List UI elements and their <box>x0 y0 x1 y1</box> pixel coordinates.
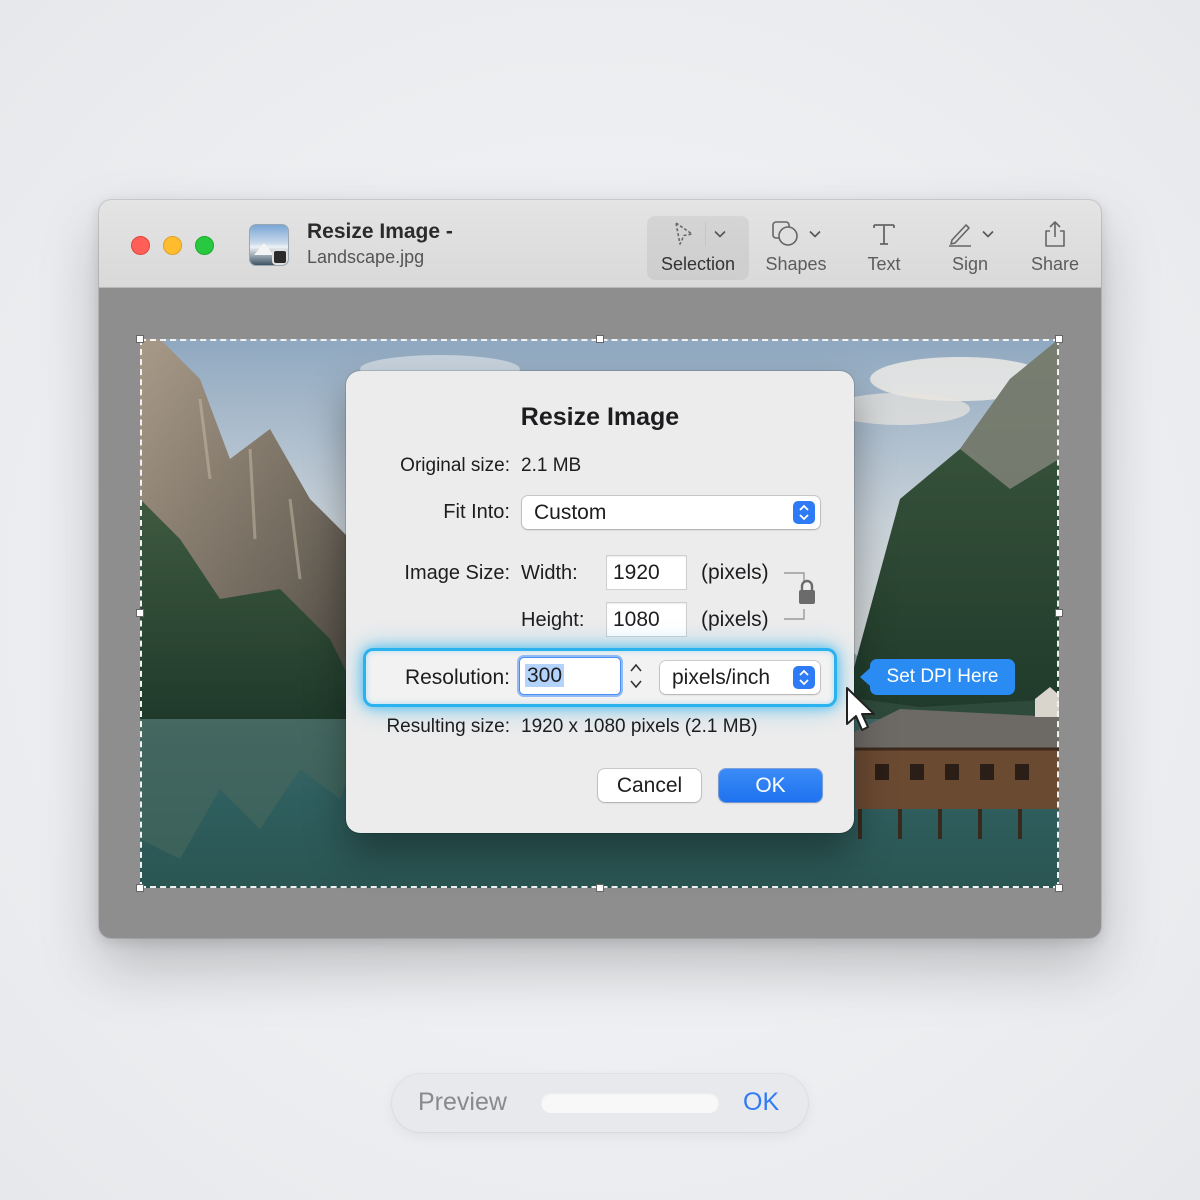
document-icon <box>249 224 289 266</box>
selection-handle[interactable] <box>596 335 604 343</box>
cancel-button[interactable]: Cancel <box>598 769 701 802</box>
preview-bar: Preview OK <box>392 1074 808 1132</box>
resulting-size-value: 1920 x 1080 pixels (2.1 MB) <box>521 716 758 737</box>
toolbar-selection-button[interactable]: Selection <box>647 216 749 280</box>
minimize-window-button[interactable] <box>163 236 182 255</box>
chevron-down-icon[interactable] <box>713 230 726 238</box>
selection-handle[interactable] <box>1055 335 1063 343</box>
shapes-icon <box>772 221 798 246</box>
resolution-label: Resolution: <box>404 666 510 689</box>
toolbar-sign-label: Sign <box>951 254 989 274</box>
resolution-field[interactable]: 300 <box>520 658 620 694</box>
title-bar: Resize Image - Landscape.jpg Selection S… <box>99 200 1101 288</box>
selection-handle[interactable] <box>1055 884 1063 892</box>
zoom-window-button[interactable] <box>195 236 214 255</box>
window-subtitle: Landscape.jpg <box>307 247 425 267</box>
selection-handle[interactable] <box>596 884 604 892</box>
toolbar-shapes-button[interactable]: Shapes <box>759 216 833 280</box>
resolution-stepper[interactable] <box>627 659 645 693</box>
toolbar-text-label: Text <box>867 254 901 274</box>
preview-slider-track[interactable] <box>541 1093 719 1113</box>
resize-image-dialog: Resize Image Original size: 2.1 MB Fit I… <box>346 371 854 833</box>
toolbar-text-button[interactable]: Text <box>859 216 909 280</box>
resolution-value: 300 <box>525 664 565 687</box>
popup-stepper-icon <box>793 501 815 524</box>
close-window-button[interactable] <box>131 236 150 255</box>
toolbar-shapes-label: Shapes <box>765 254 827 274</box>
aspect-lock-icon[interactable] <box>782 569 822 625</box>
preview-label: Preview <box>418 1088 507 1116</box>
fit-into-value: Custom <box>534 501 607 524</box>
width-unit: (pixels) <box>701 561 769 584</box>
selection-arrow-icon <box>674 222 693 245</box>
text-icon <box>873 224 895 245</box>
signature-pen-icon <box>949 224 971 247</box>
fit-into-label: Fit Into: <box>443 501 510 523</box>
height-field[interactable]: 1080 <box>607 603 686 636</box>
set-dpi-callout: Set DPI Here <box>860 659 1015 695</box>
selection-handle[interactable] <box>136 335 144 343</box>
resolution-unit-value: pixels/inch <box>672 666 771 689</box>
resulting-size-label: Resulting size: <box>386 716 510 737</box>
toolbar-selection-label: Selection <box>660 254 736 274</box>
window-title: Resize Image - <box>307 220 453 243</box>
toolbar-sign-button[interactable]: Sign <box>942 216 998 280</box>
original-size-value: 2.1 MB <box>521 455 582 476</box>
image-size-label: Image Size: <box>404 562 510 584</box>
toolbar-share-label: Share <box>1030 254 1080 274</box>
toolbar-share-button[interactable]: Share <box>1027 216 1083 280</box>
selection-handle[interactable] <box>1055 609 1063 617</box>
mouse-cursor-icon <box>846 687 875 731</box>
ok-button[interactable]: OK <box>719 769 822 802</box>
height-unit: (pixels) <box>701 608 769 631</box>
share-icon <box>1045 221 1065 247</box>
width-field[interactable]: 1920 <box>607 556 686 589</box>
stepper-arrows-icon <box>630 663 642 689</box>
resolution-unit-popup[interactable]: pixels/inch <box>660 661 820 694</box>
fit-into-popup[interactable]: Custom <box>522 496 820 529</box>
width-label: Width: <box>521 562 578 584</box>
height-label: Height: <box>521 609 585 631</box>
dialog-title: Resize Image <box>520 403 680 431</box>
chevron-down-icon[interactable] <box>982 230 994 238</box>
selection-handle[interactable] <box>136 884 144 892</box>
original-size-label: Original size: <box>400 455 510 476</box>
preview-ok-button[interactable]: OK <box>743 1088 779 1117</box>
selection-handle[interactable] <box>136 609 144 617</box>
popup-stepper-icon <box>793 666 815 689</box>
chevron-down-icon[interactable] <box>809 230 821 238</box>
